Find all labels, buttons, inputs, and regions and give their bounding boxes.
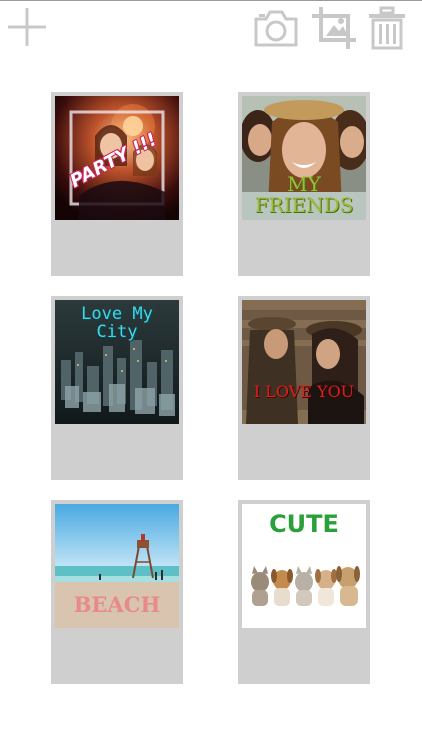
love-caption: I LOVE YOU: [253, 382, 355, 401]
party-photo: PARTY !!!: [55, 96, 179, 220]
gallery-card-cute[interactable]: CUTE: [238, 500, 370, 684]
delete-button[interactable]: [367, 6, 407, 50]
camera-icon: [254, 10, 298, 47]
plus-icon: [8, 8, 46, 46]
cute-photo: CUTE: [242, 504, 366, 628]
top-divider: [0, 0, 422, 1]
cute-caption: CUTE: [269, 510, 339, 538]
friends-photo: MY FRIENDS: [242, 96, 366, 220]
camera-button[interactable]: [252, 7, 300, 49]
gallery-card-party[interactable]: PARTY !!!: [51, 92, 183, 276]
gallery-card-friends[interactable]: MY FRIENDS: [238, 92, 370, 276]
couple-photo: I LOVE YOU: [242, 300, 366, 424]
gallery-card-love[interactable]: I LOVE YOU: [238, 296, 370, 480]
add-button[interactable]: [6, 6, 48, 48]
beach-caption: BEACH: [73, 592, 161, 617]
crop-icon: [312, 7, 356, 49]
trash-icon: [369, 6, 405, 50]
gallery-card-beach[interactable]: BEACH: [51, 500, 183, 684]
crop-button[interactable]: [310, 5, 360, 51]
friends-caption: MY FRIENDS: [254, 172, 354, 217]
gallery-card-city[interactable]: Love My City: [51, 296, 183, 480]
beach-photo: BEACH: [55, 504, 179, 628]
city-photo: Love My City: [55, 300, 179, 424]
city-caption: Love My City: [81, 304, 153, 342]
